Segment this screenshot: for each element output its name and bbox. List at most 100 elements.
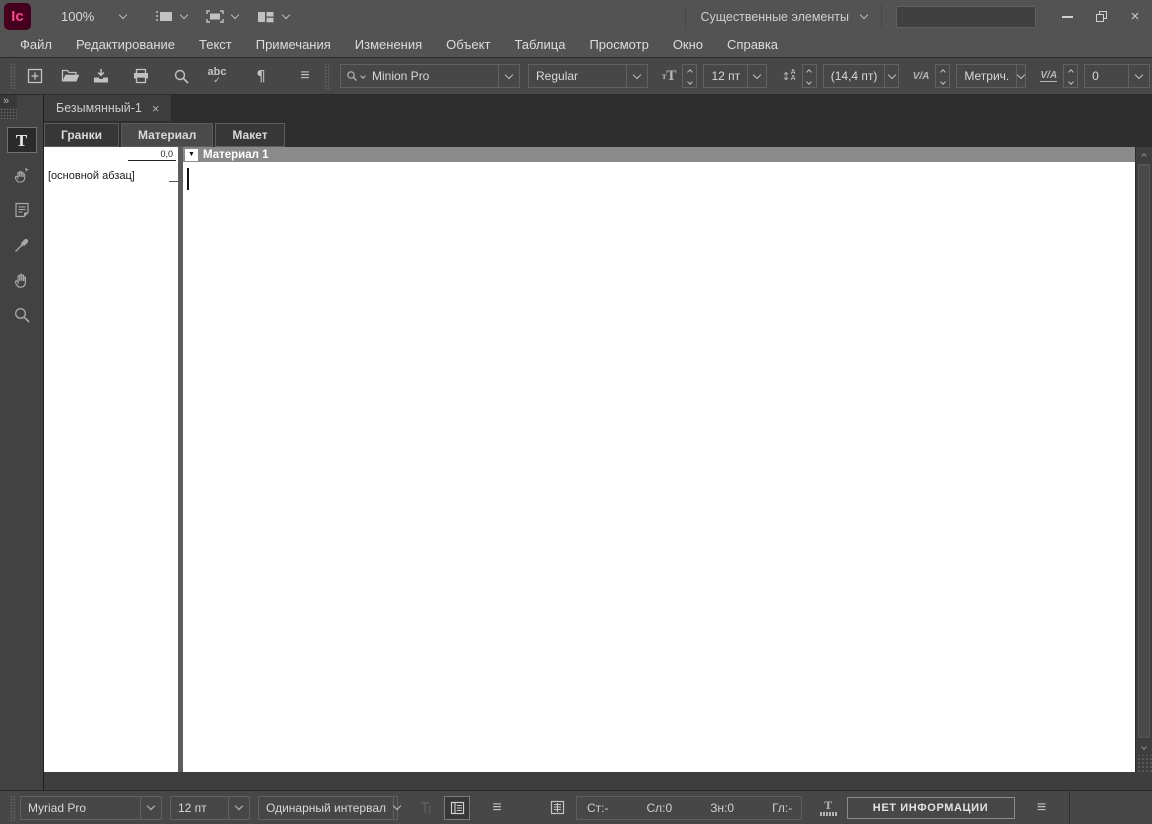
vertical-scrollbar[interactable] <box>1135 147 1152 772</box>
toolbar-grip[interactable] <box>324 63 330 89</box>
menu-edit[interactable]: Редактирование <box>64 33 187 58</box>
resize-grip[interactable] <box>1136 755 1152 772</box>
statusbar-menu-button[interactable]: ≡ <box>484 796 510 820</box>
kerning-dropdown[interactable] <box>1016 65 1026 87</box>
new-document-button[interactable] <box>20 62 50 90</box>
scroll-up-button[interactable] <box>1136 147 1152 163</box>
display-size-dropdown[interactable] <box>228 796 249 819</box>
eyedropper-tool[interactable] <box>7 232 37 258</box>
tools-panel-grip[interactable] <box>0 108 17 119</box>
scroll-down-button[interactable] <box>1136 739 1152 755</box>
scrollbar-thumb[interactable] <box>1138 164 1150 738</box>
tab-layout[interactable]: Макет <box>215 123 285 147</box>
print-button[interactable] <box>126 62 156 90</box>
minimize-button[interactable] <box>1050 0 1084 33</box>
new-document-icon <box>27 68 43 84</box>
expand-panel-button[interactable]: » <box>0 96 9 107</box>
zoom-level-dropdown[interactable]: 100% <box>61 9 128 24</box>
font-size-stepper[interactable] <box>682 64 698 88</box>
story-text-area[interactable]: ▼ Материал 1 <box>183 147 1135 772</box>
save-document-button[interactable] <box>86 62 116 90</box>
stepper-down[interactable] <box>803 76 816 87</box>
menu-view[interactable]: Просмотр <box>577 33 660 58</box>
hand-tool[interactable] <box>7 267 37 293</box>
line-spacing-select[interactable]: Одинарный интервал <box>258 795 402 820</box>
leading-stepper[interactable] <box>801 64 817 88</box>
menu-window[interactable]: Окно <box>661 33 715 58</box>
font-style-select[interactable]: Regular <box>528 64 648 88</box>
zoom-tool[interactable] <box>7 302 37 328</box>
font-family-dropdown[interactable] <box>498 65 519 87</box>
stepper-up[interactable] <box>683 65 696 76</box>
menu-help[interactable]: Справка <box>715 33 790 58</box>
story-editor: 0,0 [основной абзац] ▼ Материал 1 <box>44 147 1152 772</box>
scrollbar-track[interactable] <box>1136 163 1152 739</box>
tab-galley[interactable]: Гранки <box>44 123 119 147</box>
text-stats-button[interactable] <box>544 796 570 820</box>
display-font-select[interactable]: Myriad Pro <box>20 795 162 820</box>
paragraph-style-label[interactable]: [основной абзац] <box>48 170 135 182</box>
menu-changes[interactable]: Изменения <box>343 33 434 58</box>
display-size-select[interactable]: 12 пт <box>170 795 250 820</box>
stepper-up[interactable] <box>936 65 949 76</box>
view-options-dropdown[interactable] <box>154 9 189 24</box>
tab-story[interactable]: Материал <box>120 123 214 147</box>
story-header[interactable]: ▼ Материал 1 <box>183 147 1135 162</box>
stepper-down[interactable] <box>936 76 949 87</box>
depth-ruler-value: 0,0 <box>128 149 176 161</box>
galley-text-size-button[interactable] <box>412 796 438 820</box>
line-spacing-dropdown[interactable] <box>392 796 402 819</box>
menu-type[interactable]: Текст <box>187 33 244 58</box>
menu-table[interactable]: Таблица <box>502 33 577 58</box>
spellcheck-icon: abc ✓ <box>207 65 227 85</box>
kerning-select[interactable]: Метрич. <box>956 64 1027 88</box>
tab-galley-label: Гранки <box>61 128 102 142</box>
kerning-stepper[interactable] <box>935 64 951 88</box>
menu-notes[interactable]: Примечания <box>244 33 343 58</box>
type-tool[interactable]: T <box>6 127 37 153</box>
close-button[interactable]: × <box>1118 0 1152 33</box>
stepper-down[interactable] <box>683 76 696 87</box>
tracking-select[interactable]: 0 <box>1084 64 1151 88</box>
statusbar-grip[interactable] <box>10 794 16 821</box>
position-tool[interactable] <box>7 162 37 188</box>
workspace-switcher[interactable]: Существенные элементы <box>685 4 882 29</box>
toolbar-grip[interactable] <box>10 63 16 89</box>
collapse-story-icon[interactable]: ▼ <box>185 148 198 161</box>
font-family-select[interactable]: Minion Pro <box>340 64 520 88</box>
font-size-select[interactable]: 12 пт <box>703 64 768 88</box>
hidden-characters-button[interactable]: ¶ <box>246 62 276 90</box>
tracking-value: 0 <box>1092 69 1099 83</box>
leading-select[interactable]: (14,4 пт) <box>822 64 899 88</box>
position-tool-icon <box>14 168 29 183</box>
open-document-button[interactable] <box>56 62 86 90</box>
font-style-dropdown[interactable] <box>626 65 647 87</box>
tracking-stepper[interactable] <box>1063 64 1079 88</box>
close-tab-icon[interactable]: × <box>152 102 160 115</box>
document-tab[interactable]: Безымянный-1 × <box>44 95 173 121</box>
tracking-icon: V/A <box>1040 70 1058 82</box>
copyfit-info-button[interactable]: НЕТ ИНФОРМАЦИИ <box>846 796 1015 819</box>
arrange-documents-dropdown[interactable] <box>256 10 291 24</box>
toolbar-menu-button[interactable]: ≡ <box>290 62 320 90</box>
restore-button[interactable] <box>1084 0 1118 33</box>
find-change-button[interactable] <box>166 62 196 90</box>
leading-dropdown[interactable] <box>884 65 897 87</box>
search-input[interactable] <box>896 5 1036 28</box>
font-size-dropdown[interactable] <box>747 65 766 87</box>
tracking-dropdown[interactable] <box>1128 65 1149 87</box>
stepper-up[interactable] <box>803 65 816 76</box>
menu-object[interactable]: Объект <box>434 33 502 58</box>
stepper-up[interactable] <box>1064 65 1077 76</box>
leading-value: (14,4 пт) <box>830 69 878 83</box>
line-spacing-value: Одинарный интервал <box>266 800 386 815</box>
stepper-down[interactable] <box>1064 76 1077 87</box>
copyfit-menu-button[interactable]: ≡ <box>1029 796 1055 820</box>
view-options-icon <box>156 11 173 21</box>
frame-edges-dropdown[interactable] <box>205 9 240 24</box>
info-column-toggle-button[interactable] <box>444 795 470 820</box>
spellcheck-button[interactable]: abc ✓ <box>202 62 232 90</box>
menu-file[interactable]: Файл <box>8 33 64 58</box>
note-tool[interactable] <box>7 197 37 223</box>
display-font-dropdown[interactable] <box>140 796 161 819</box>
